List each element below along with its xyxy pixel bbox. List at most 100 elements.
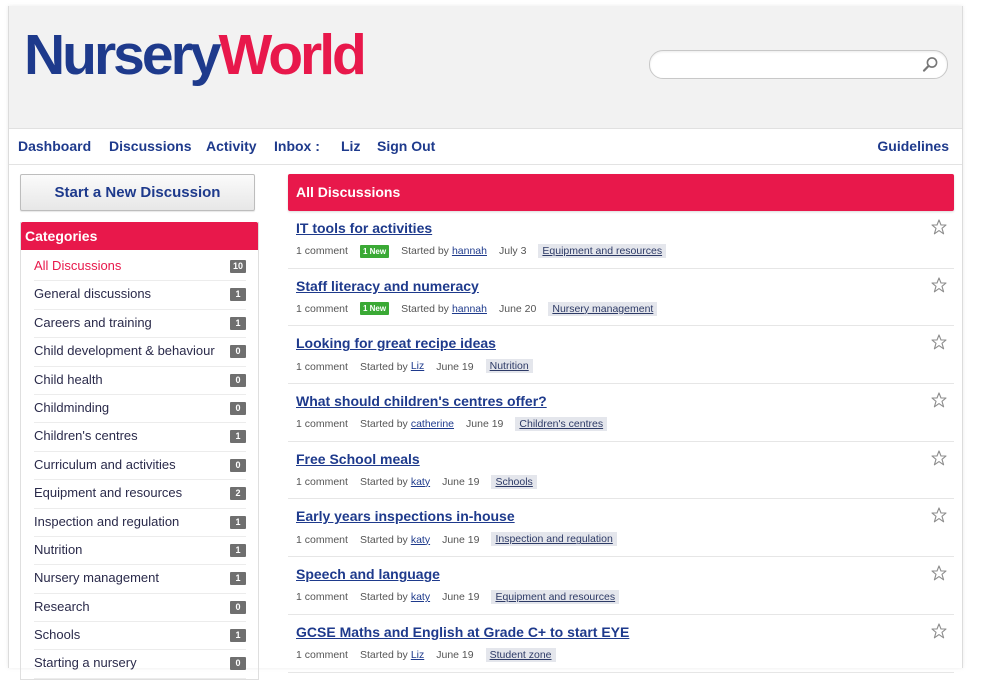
category-label: General discussions <box>34 286 152 302</box>
category-label: Starting a nursery <box>34 655 137 671</box>
started-by-label: Started by <box>359 649 408 662</box>
comment-count: 1 comment <box>296 360 348 373</box>
discussion-meta: 1 comment Started by Liz June 19 Nutrition <box>296 359 533 374</box>
author-link[interactable]: katy <box>411 534 430 546</box>
category-item[interactable]: Research 0 <box>34 594 246 623</box>
category-tag[interactable]: Equipment and resources <box>491 590 620 605</box>
started-by-label: Started by <box>359 533 408 546</box>
bookmark-star-icon[interactable] <box>931 219 947 235</box>
header: NurseryWorld <box>9 6 962 129</box>
main-nav: Dashboard Discussions Activity Inbox : L… <box>9 128 962 165</box>
category-item[interactable]: Child health 0 <box>34 367 246 395</box>
bookmark-star-icon[interactable] <box>931 277 947 293</box>
category-tag[interactable]: Children's centres <box>515 417 608 432</box>
category-tag[interactable]: Inspection and regulation <box>491 532 617 547</box>
bookmark-star-icon[interactable] <box>931 623 947 639</box>
discussion-title-link[interactable]: Early years inspections in-house <box>296 508 515 524</box>
category-item[interactable]: General discussions 1 <box>34 281 246 310</box>
start-new-discussion-button[interactable]: Start a New Discussion <box>20 174 255 211</box>
category-item[interactable]: Nursery management 1 <box>34 565 246 594</box>
nursery-world-logo[interactable]: NurseryWorld <box>24 20 367 90</box>
discussion-title-link[interactable]: What should children's centres offer? <box>296 393 547 409</box>
category-item[interactable]: Inspection and regulation 1 <box>34 509 246 537</box>
bookmark-star-icon[interactable] <box>931 565 947 581</box>
discussion-date: June 19 <box>436 360 474 373</box>
discussion-title-link[interactable]: Looking for great recipe ideas <box>296 335 496 351</box>
discussion-row: Speech and language 1 comment Started by k… <box>288 557 954 615</box>
search-icon[interactable] <box>922 56 939 73</box>
nav-dashboard[interactable]: Dashboard <box>18 138 91 154</box>
started-by-label: Started by <box>359 360 408 373</box>
category-item[interactable]: Schools 1 <box>34 622 246 651</box>
discussion-title-link[interactable]: Staff literacy and numeracy <box>296 278 479 294</box>
bookmark-star-icon[interactable] <box>931 507 947 523</box>
author-link[interactable]: hannah <box>452 245 487 257</box>
discussion-date: July 3 <box>498 245 527 258</box>
category-tag[interactable]: Nutrition <box>485 359 533 374</box>
search-input[interactable] <box>662 55 921 75</box>
started-by-label: Started by <box>359 476 408 489</box>
bookmark-star-icon[interactable] <box>931 334 947 350</box>
started-by-text: Started by katy <box>360 534 430 546</box>
nav-inbox[interactable]: Inbox : <box>274 138 320 154</box>
category-count-badge: 1 <box>230 430 246 444</box>
category-item[interactable]: Equipment and resources 2 <box>34 480 246 509</box>
logo-part-2: World <box>218 23 366 87</box>
discussion-row: GCSE Maths and English at Grade C+ to st… <box>288 615 954 673</box>
category-item[interactable]: All Discussions 10 <box>34 253 246 282</box>
bookmark-star-icon[interactable] <box>931 392 947 408</box>
nav-guidelines[interactable]: Guidelines <box>877 138 949 154</box>
categories-title: Categories <box>21 222 258 250</box>
bookmark-star-icon[interactable] <box>931 450 947 466</box>
author-link[interactable]: hannah <box>452 303 487 315</box>
discussion-title-link[interactable]: GCSE Maths and English at Grade C+ to st… <box>296 624 629 640</box>
category-item[interactable]: Curriculum and activities 0 <box>34 452 246 481</box>
category-item[interactable]: Child development & behaviour 0 <box>34 338 246 367</box>
nav-activity[interactable]: Activity <box>206 138 257 154</box>
comment-count: 1 comment <box>296 245 348 258</box>
category-tag[interactable]: Nursery management <box>548 301 658 316</box>
nav-discussions[interactable]: Discussions <box>109 138 191 154</box>
category-item[interactable]: Nutrition 1 <box>34 537 246 566</box>
started-by-text: Started by katy <box>360 476 430 488</box>
discussion-date: June 19 <box>466 418 504 431</box>
author-link[interactable]: katy <box>411 591 430 603</box>
sidebar: Start a New Discussion Categories All Di… <box>20 174 259 680</box>
category-label: Child health <box>34 371 103 387</box>
category-item[interactable]: Starting a nursery 0 <box>34 650 246 679</box>
category-label: Inspection and regulation <box>34 513 180 529</box>
discussion-title-link[interactable]: Speech and language <box>296 566 440 582</box>
category-label: Childminding <box>34 399 110 415</box>
author-link[interactable]: catherine <box>411 418 454 430</box>
discussion-row: Looking for great recipe ideas 1 comment… <box>288 326 954 385</box>
category-label: Research <box>34 598 90 614</box>
started-by-label: Started by <box>359 591 408 604</box>
author-link[interactable]: Liz <box>411 360 424 372</box>
comment-count: 1 comment <box>296 649 348 662</box>
new-badge: 1 New <box>359 244 390 258</box>
category-tag[interactable]: Student zone <box>485 647 556 662</box>
category-label: Nutrition <box>34 541 83 557</box>
category-tag[interactable]: Schools <box>491 474 537 489</box>
author-link[interactable]: Liz <box>411 649 424 661</box>
category-tag[interactable]: Equipment and resources <box>538 244 667 258</box>
category-count-badge: 1 <box>230 288 246 302</box>
nav-user-liz[interactable]: Liz <box>341 138 360 154</box>
category-item[interactable]: Careers and training 1 <box>34 310 246 339</box>
nav-sign-out[interactable]: Sign Out <box>377 138 435 154</box>
comment-count: 1 comment <box>296 533 348 546</box>
category-count-badge: 0 <box>230 401 246 415</box>
discussion-title-link[interactable]: IT tools for activities <box>296 220 432 236</box>
all-discussions-title: All Discussions <box>288 174 954 211</box>
discussion-row: Free School meals 1 comment Started by kat… <box>288 442 954 500</box>
author-link[interactable]: katy <box>411 476 430 488</box>
comment-count: 1 comment <box>296 591 348 604</box>
discussion-title-link[interactable]: Free School meals <box>296 451 420 467</box>
discussion-row: IT tools for activities 1 comment 1 New St… <box>288 211 954 269</box>
category-item[interactable]: Children's centres 1 <box>34 423 246 452</box>
discussion-date: June 19 <box>442 591 480 604</box>
category-item[interactable]: Childminding 0 <box>34 395 246 424</box>
discussions-main: All Discussions IT tools for activities … <box>288 174 954 673</box>
discussion-meta: 1 comment 1 New Started by hannah July 3 Equi… <box>296 244 667 258</box>
category-label: Curriculum and activities <box>34 456 176 472</box>
